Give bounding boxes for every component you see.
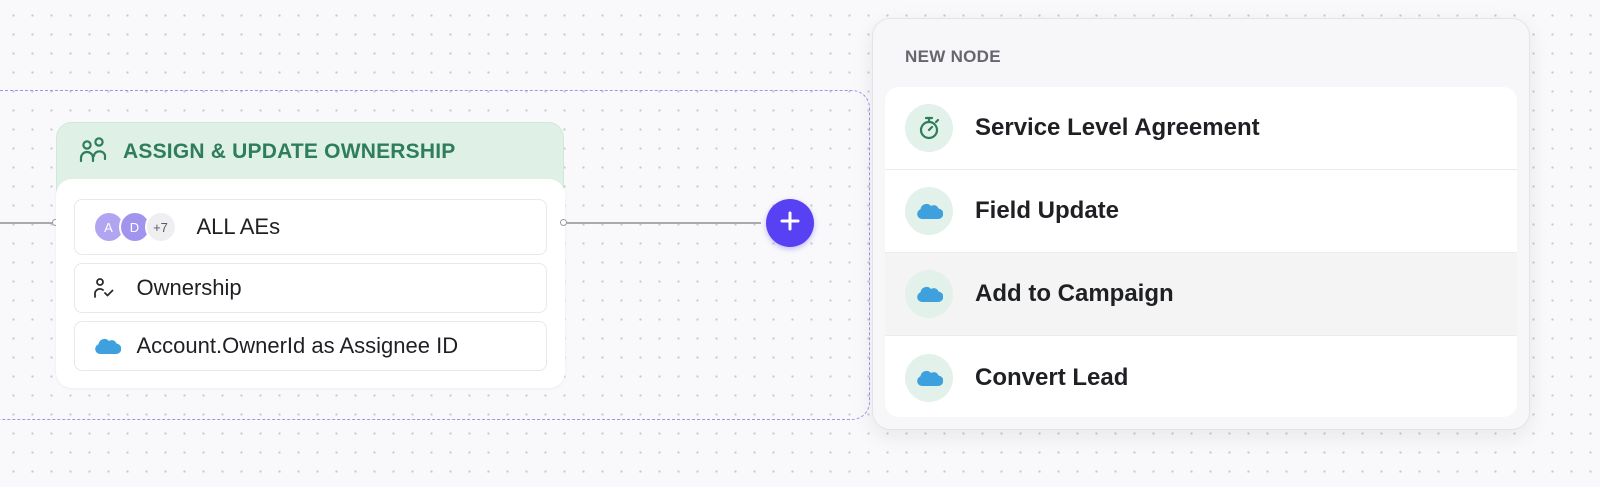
salesforce-cloud-icon	[93, 336, 121, 356]
user-check-icon	[93, 277, 121, 299]
node-body: A D +7 ALL AEs Ownership Account.OwnerId…	[55, 179, 565, 388]
menu-item-field-update[interactable]: Field Update	[885, 170, 1517, 253]
node-header: ASSIGN & UPDATE OWNERSHIP	[57, 123, 563, 181]
action-row[interactable]: Ownership	[73, 263, 547, 313]
assign-ownership-node[interactable]: ASSIGN & UPDATE OWNERSHIP A D +7 ALL AEs…	[55, 122, 565, 388]
assignees-row[interactable]: A D +7 ALL AEs	[73, 199, 547, 255]
action-label: Ownership	[136, 275, 242, 300]
source-row[interactable]: Account.OwnerId as Assignee ID	[73, 321, 547, 371]
add-node-button[interactable]	[766, 199, 814, 247]
salesforce-cloud-icon	[905, 187, 953, 235]
menu-item-label: Service Level Agreement	[975, 114, 1260, 141]
node-title: ASSIGN & UPDATE OWNERSHIP	[123, 140, 456, 163]
menu-item-add-to-campaign[interactable]: Add to Campaign	[885, 253, 1517, 336]
menu-item-label: Convert Lead	[975, 363, 1129, 391]
menu-item-convert-lead[interactable]: Convert Lead	[885, 336, 1517, 417]
assignees-label: ALL AEs	[196, 214, 281, 239]
output-handle[interactable]	[560, 219, 567, 226]
new-node-panel: NEW NODE Service Level Agreement Field U	[872, 18, 1530, 430]
incoming-connector	[0, 222, 52, 224]
menu-item-label: Field Update	[975, 197, 1120, 224]
users-icon	[79, 136, 107, 169]
node-type-menu: Service Level Agreement Field Update Add…	[885, 87, 1517, 417]
salesforce-cloud-icon	[905, 353, 953, 402]
avatar-group: A D +7	[92, 211, 177, 243]
salesforce-cloud-icon	[905, 270, 953, 318]
panel-title: NEW NODE	[905, 47, 1001, 66]
outgoing-connector	[567, 222, 761, 224]
source-label: Account.OwnerId as Assignee ID	[136, 333, 459, 358]
menu-item-service-level-agreement[interactable]: Service Level Agreement	[885, 87, 1517, 170]
plus-icon	[779, 210, 801, 237]
avatar-more-count: +7	[144, 211, 177, 243]
menu-item-label: Add to Campaign	[975, 280, 1174, 307]
stopwatch-icon	[905, 104, 953, 152]
